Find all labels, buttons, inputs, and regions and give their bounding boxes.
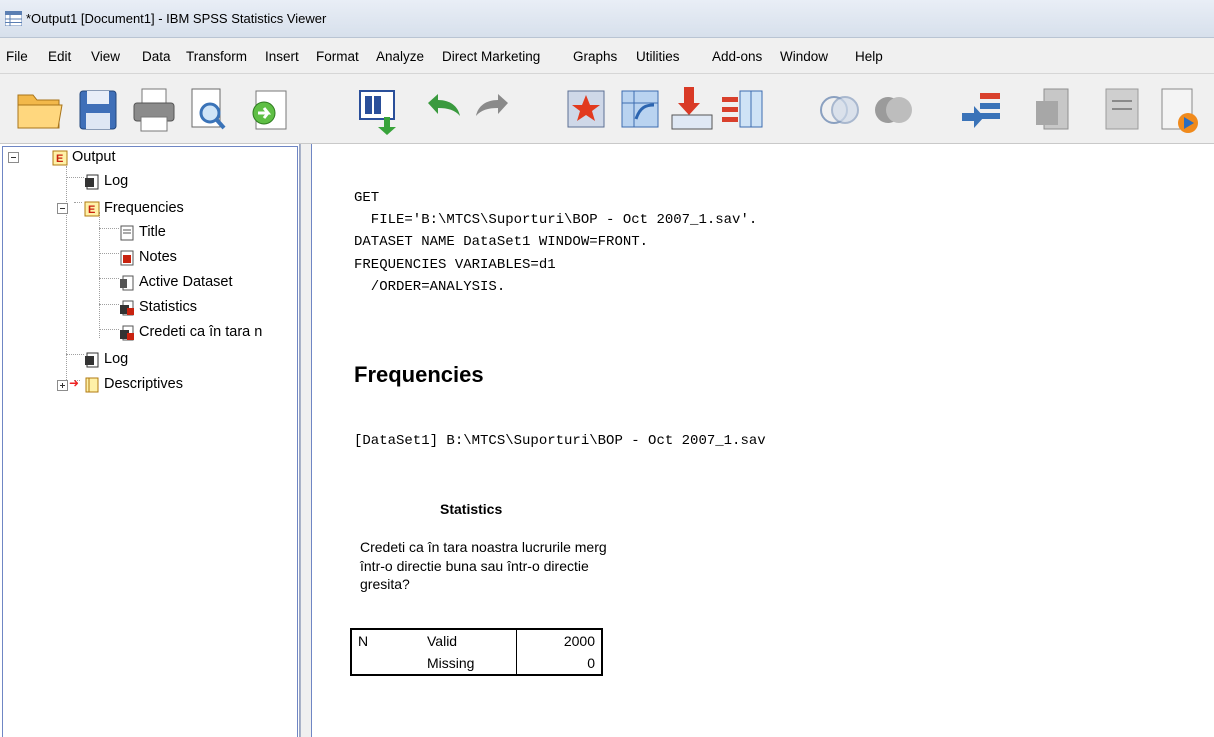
goto-data-icon[interactable] — [560, 81, 612, 137]
output-content-pane[interactable]: GET FILE='B:\MTCS\Suporturi\BOP - Oct 20… — [312, 144, 1214, 737]
tree-connector — [99, 228, 119, 229]
statistics-table-title: Statistics — [440, 501, 503, 517]
select-last-output-icon[interactable] — [868, 81, 920, 137]
tree-connector — [99, 329, 119, 330]
collapse-frequencies-toggle[interactable] — [57, 203, 68, 214]
statistics-table[interactable]: N Valid 2000 Missing 0 — [350, 628, 603, 676]
frequencies-book-icon: E — [84, 201, 100, 217]
menu-transform[interactable]: Transform — [186, 49, 247, 64]
menu-utilities[interactable]: Utilities — [636, 49, 680, 64]
tree-connector — [99, 212, 100, 338]
goto-case-icon[interactable] — [614, 81, 666, 137]
tree-connector — [99, 304, 119, 305]
menu-add-ons[interactable]: Add-ons — [712, 49, 762, 64]
menu-view[interactable]: View — [91, 49, 120, 64]
toolbar — [0, 74, 1214, 144]
tree-node-label: Descriptives — [104, 376, 183, 392]
log-icon — [85, 352, 99, 368]
print-icon[interactable] — [128, 81, 180, 137]
tree-node-label: Active Dataset — [139, 274, 233, 290]
open-folder-icon[interactable] — [14, 81, 66, 137]
svg-text:E: E — [88, 204, 95, 216]
menu-insert[interactable]: Insert — [265, 49, 299, 64]
designate-window-icon[interactable] — [956, 81, 1008, 137]
menu-graphs[interactable]: Graphs — [573, 49, 617, 64]
spss-app-icon[interactable] — [5, 11, 22, 26]
tree-connector — [99, 278, 119, 279]
variables-icon[interactable] — [716, 81, 768, 137]
syntax-log: GET FILE='B:\MTCS\Suporturi\BOP - Oct 20… — [354, 190, 758, 295]
menu-edit[interactable]: Edit — [48, 49, 71, 64]
save-icon[interactable] — [72, 81, 124, 137]
frequencies-heading: Frequencies — [354, 362, 484, 387]
table-cell — [351, 652, 421, 675]
table-icon — [120, 300, 134, 316]
tree-node-label: Notes — [139, 249, 177, 265]
statistics-variable-label: Credeti ca în tara noastra lucrurile mer… — [360, 539, 607, 592]
tree-node-label: Frequencies — [104, 200, 184, 216]
tree-connector — [74, 202, 82, 203]
tree-node-label: Log — [104, 173, 129, 189]
tree-node-label: Output — [72, 149, 116, 165]
collapse-output-toggle[interactable] — [8, 152, 19, 163]
selection-arrow-icon: ➜ — [69, 376, 80, 390]
tree-node-label: Statistics — [139, 299, 198, 315]
menu-help[interactable]: Help — [855, 49, 883, 64]
title-bar: *Output1 [Document1] - IBM SPSS Statisti… — [0, 0, 1214, 38]
output-book-icon: E — [52, 150, 68, 166]
active-dataset-text: [DataSet1] B:\MTCS\Suporturi\BOP - Oct 2… — [354, 433, 766, 449]
promote-icon[interactable] — [1030, 81, 1082, 137]
collapse-icon[interactable] — [1096, 81, 1148, 137]
venn-icon[interactable] — [814, 81, 866, 137]
menu-bar: File Edit View Data Transform Insert For… — [0, 38, 1214, 74]
table-cell: Valid — [421, 629, 517, 652]
table-cell: 2000 — [563, 633, 595, 649]
menu-window[interactable]: Window — [780, 49, 828, 64]
tree-connector — [66, 166, 67, 384]
table-row: Missing 0 — [351, 652, 602, 675]
recall-dialog-icon[interactable] — [352, 81, 404, 137]
menu-direct-marketing[interactable]: Direct Marketing — [442, 49, 540, 64]
table-cell: N — [358, 633, 369, 649]
title-icon — [120, 225, 134, 241]
tree-node-label: Title — [139, 224, 166, 240]
table-row: N Valid 2000 — [351, 629, 602, 652]
tree-connector — [66, 177, 84, 178]
log-icon — [85, 174, 99, 190]
table-cell: Missing — [421, 652, 517, 675]
descriptives-book-icon — [85, 377, 99, 393]
redo-icon[interactable] — [468, 81, 520, 137]
undo-icon[interactable] — [416, 81, 468, 137]
tree-connector — [99, 253, 119, 254]
menu-analyze[interactable]: Analyze — [376, 49, 424, 64]
dataset-icon — [120, 275, 134, 291]
window-title: *Output1 [Document1] - IBM SPSS Statisti… — [26, 11, 327, 26]
outline-pane[interactable]: ➜ E Output Log E Frequencies Title Notes… — [0, 144, 300, 737]
table-icon — [120, 325, 134, 341]
svg-text:E: E — [56, 153, 63, 165]
menu-file[interactable]: File — [6, 49, 28, 64]
pane-splitter[interactable] — [300, 144, 312, 737]
export-icon[interactable] — [244, 81, 296, 137]
tree-connector — [66, 354, 84, 355]
notes-icon — [120, 250, 134, 266]
tree-node-label: Credeti ca în tara n — [139, 324, 263, 340]
print-preview-icon[interactable] — [182, 81, 234, 137]
table-cell: 0 — [587, 655, 595, 671]
tree-node-label: Log — [104, 351, 129, 367]
menu-format[interactable]: Format — [316, 49, 359, 64]
show-icon[interactable] — [1152, 81, 1204, 137]
insert-cases-icon[interactable] — [666, 81, 718, 137]
menu-data[interactable]: Data — [142, 49, 171, 64]
expand-descriptives-toggle[interactable] — [57, 380, 68, 391]
